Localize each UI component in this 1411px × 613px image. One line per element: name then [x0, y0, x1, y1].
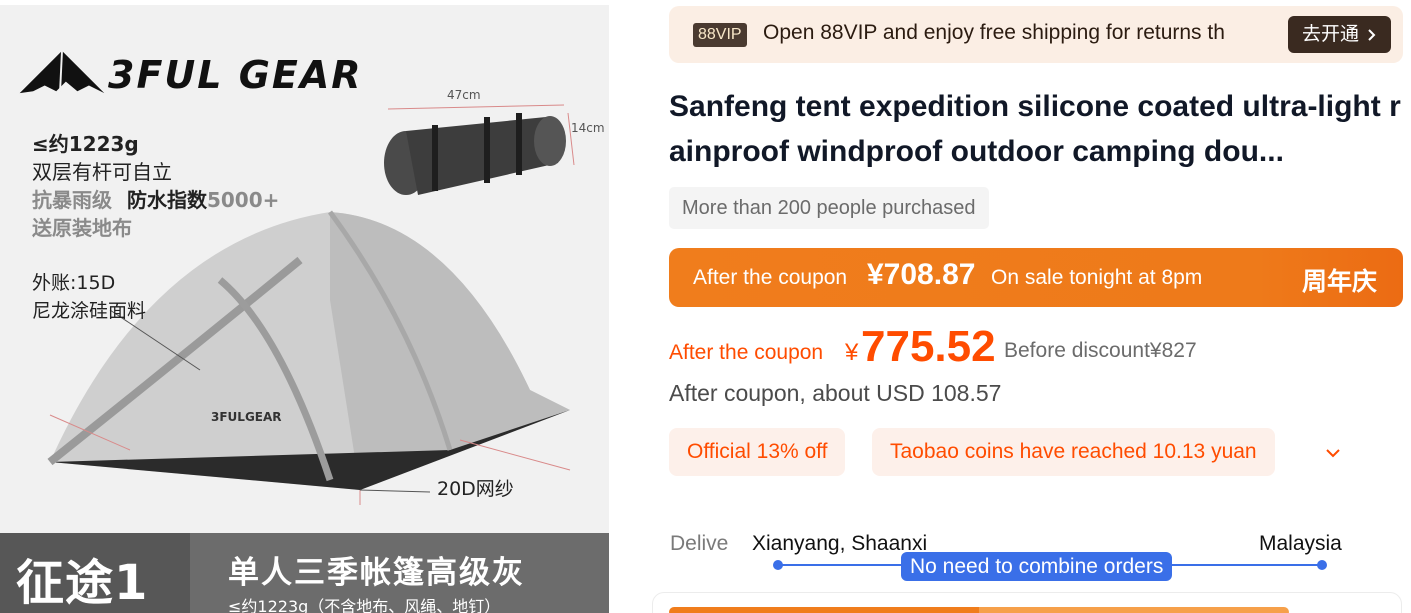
banner-subtitle: ≤约1223g（不含地布、风绳、地钉）: [228, 597, 501, 613]
coupon-banner-label: After the coupon: [693, 266, 848, 289]
price-usd: After coupon, about USD 108.57: [669, 380, 1002, 406]
delivery-destination: Malaysia: [1259, 532, 1342, 555]
spec-weight: ≤约1223g: [32, 132, 139, 156]
banner-title: 单人三季帐篷高级灰: [228, 555, 525, 591]
anniversary-event-label: 周年庆: [1301, 267, 1377, 296]
tent-brand-mark: 3FULGEAR: [211, 410, 282, 424]
banner-model: 征途1: [16, 555, 149, 611]
dimension-length: 47cm: [447, 88, 481, 102]
dimension-height: 14cm: [571, 121, 605, 135]
bottom-action-strip[interactable]: [669, 607, 1289, 613]
callout-outer-line-1: 外账:15D: [32, 272, 116, 294]
product-page: 3FUL GEAR ≤约1223g 双层有杆可自立 抗暴雨级 防水指数5000+…: [0, 0, 1411, 613]
route-origin-dot: [773, 560, 783, 570]
vip-activate-label: 去开通: [1301, 23, 1359, 45]
purchase-count-badge: More than 200 people purchased: [669, 187, 989, 229]
callout-outer-line-2: 尼龙涂硅面料: [32, 300, 147, 322]
brand-logo-icon: [19, 50, 105, 94]
offer-chip-official-discount[interactable]: Official 13% off: [669, 428, 846, 476]
vip-activate-button[interactable]: 去开通: [1288, 16, 1391, 53]
vip-badge: 88VIP: [693, 23, 747, 47]
vip-promo-text: Open 88VIP and enjoy free shipping for r…: [763, 21, 1225, 44]
coupon-promo-banner: After the coupon ¥708.87 On sale tonight…: [669, 248, 1403, 307]
delivery-label: Delive: [670, 532, 729, 555]
product-title: Sanfeng tent expedition silicone coated …: [669, 90, 1401, 168]
shipping-badge: No need to combine orders: [901, 552, 1173, 581]
vip-promo-bar: 88VIP Open 88VIP and enjoy free shipping…: [669, 6, 1403, 63]
chevron-down-icon[interactable]: [1320, 440, 1346, 466]
price-before-discount: Before discount¥827: [1004, 339, 1197, 362]
price-currency: ¥: [845, 339, 859, 366]
price-value: 775.52: [861, 322, 996, 371]
brand-name: 3FUL GEAR: [108, 53, 363, 97]
coupon-banner-sale-time: On sale tonight at 8pm: [991, 266, 1203, 289]
offer-chip-taobao-coins[interactable]: Taobao coins have reached 10.13 yuan: [872, 428, 1275, 476]
packed-tent-illustration: [384, 104, 575, 195]
coupon-banner-price: ¥708.87: [867, 258, 976, 291]
route-destination-dot: [1317, 560, 1327, 570]
spec-structure: 双层有杆可自立: [32, 160, 172, 184]
chevron-right-icon: [1368, 28, 1376, 41]
image-caption-banner: 征途1 单人三季帐篷高级灰 ≤约1223g（不含地布、风绳、地钉）: [0, 533, 609, 613]
price-label: After the coupon: [669, 341, 824, 364]
callout-mesh: 20D网纱: [437, 478, 514, 500]
delivery-origin: Xianyang, Shaanxi: [752, 532, 928, 555]
tent-illustration: [47, 210, 571, 505]
product-main-image[interactable]: 3FUL GEAR ≤约1223g 双层有杆可自立 抗暴雨级 防水指数5000+…: [0, 5, 609, 613]
